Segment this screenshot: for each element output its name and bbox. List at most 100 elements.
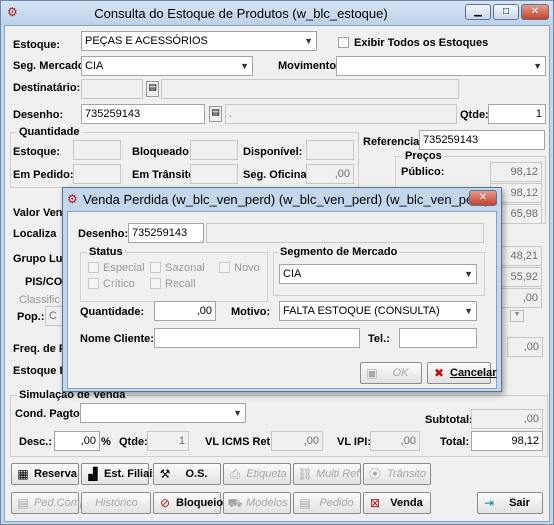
qtde-field[interactable]: 1	[488, 104, 546, 124]
document-icon: ▤	[299, 496, 311, 510]
transito-button[interactable]: ⦿ Trânsito	[363, 463, 431, 485]
dialog-segmento-select[interactable]: CIA ▼	[279, 264, 477, 284]
desenho-label: Desenho:	[13, 109, 64, 121]
cond-pagto-label: Cond. Pagto:	[15, 408, 84, 420]
destinatario-name-field	[161, 79, 459, 99]
desenho-desc-field: .	[225, 104, 457, 124]
lookup-icon[interactable]: ▤	[146, 81, 159, 97]
ok-button[interactable]: ▣ OK	[360, 362, 422, 384]
seg-mercado-select[interactable]: CIA ▼	[81, 56, 253, 76]
reserva-icon: ▦	[17, 467, 29, 481]
exibir-todos-label: Exibir Todos os Estoques	[354, 37, 489, 49]
qtde-label: Qtde:	[460, 109, 489, 121]
chevron-down-icon[interactable]: ▼	[510, 310, 524, 322]
minimize-button[interactable]: ▁	[465, 4, 491, 20]
destinatario-code-field[interactable]	[81, 79, 143, 99]
icms-ret-field: ,00	[271, 431, 323, 451]
printer-icon: ⎙	[230, 467, 240, 481]
tel-field[interactable]	[399, 328, 477, 348]
multi-ref-button[interactable]: ⛓ Multi Ref.	[293, 463, 362, 485]
referencia-label: Referencia:	[363, 136, 423, 148]
em-transito-label: Em Trânsito:	[132, 169, 199, 181]
etiqueta-button[interactable]: ⎙ Etiqueta	[223, 463, 291, 485]
nome-cliente-field[interactable]	[154, 328, 360, 348]
sair-button[interactable]: ⇥ Sair	[477, 492, 543, 514]
em-pedido-field	[73, 164, 121, 184]
document-icon: ▤	[17, 496, 29, 510]
exibir-todos-checkbox[interactable]	[338, 37, 349, 48]
status-group	[80, 252, 268, 302]
wrench-icon: ⚒	[159, 467, 171, 481]
disponivel-field	[306, 140, 354, 160]
desc-field[interactable]: ,00	[54, 431, 100, 451]
especial-checkbox[interactable]	[88, 262, 99, 273]
close-button[interactable]: ✕	[521, 4, 549, 20]
os-button[interactable]: ⚒ O.S.	[153, 463, 221, 485]
bloqueio-label: Bloqueio	[176, 497, 224, 509]
subtotal-field: ,00	[471, 409, 543, 429]
link-icon: ⛓	[297, 467, 313, 481]
desc-label: Desc.:	[19, 436, 53, 448]
chevron-down-icon: ▼	[464, 269, 473, 279]
historico-button[interactable]: Histórico	[81, 492, 151, 514]
segmento-group-title: Segmento de Mercado	[278, 246, 400, 258]
estoque-label: Estoque:	[13, 39, 61, 51]
dialog-close-button[interactable]: ✕	[469, 190, 497, 206]
publico-field: 98,12	[490, 162, 542, 182]
dialog-desenho-field[interactable]: 735259143	[128, 223, 204, 243]
critico-checkbox[interactable]	[88, 278, 99, 289]
quantidade-label: Quantidade:	[80, 306, 145, 318]
disponivel-label: Disponível:	[243, 146, 303, 158]
referencia-field[interactable]: 735259143	[419, 130, 545, 150]
classificacao-label: Classific	[19, 294, 60, 306]
ped-comp-button[interactable]: ▤ Ped.Comp	[11, 492, 86, 514]
est-filiais-button[interactable]: ▟ Est. Filiais	[81, 463, 158, 485]
pedido-button[interactable]: ▤ Pedido	[293, 492, 361, 514]
etiqueta-label: Etiqueta	[246, 468, 287, 480]
traffic-light-icon: ⦿	[368, 467, 381, 481]
bloqueado-field	[190, 140, 238, 160]
total-field: 98,12	[471, 431, 543, 451]
motivo-select[interactable]: FALTA ESTOQUE (CONSULTA) ▼	[279, 301, 477, 321]
icms-ret-label: VL ICMS Ret:	[205, 436, 274, 448]
seg-oficina-field: ,00	[306, 164, 354, 184]
ped-comp-label: Ped.Comp	[34, 497, 86, 509]
window-title: Consulta do Estoque de Produtos (w_blc_e…	[94, 6, 388, 21]
subtotal-label: Subtotal:	[425, 414, 473, 426]
venda-button[interactable]: ⊠ Venda	[363, 492, 431, 514]
maximize-button[interactable]: □	[493, 4, 519, 20]
recall-checkbox[interactable]	[150, 278, 161, 289]
bloqueio-button[interactable]: ⊘ Bloqueio	[153, 492, 224, 514]
chart-icon: ▟	[88, 467, 98, 481]
quantidade-field[interactable]: ,00	[154, 301, 216, 321]
cond-pagto-select[interactable]: ▼	[80, 403, 246, 423]
ok-label: OK	[392, 367, 409, 379]
publico-label: Público:	[401, 166, 445, 178]
nome-cliente-label: Nome Cliente:	[80, 333, 154, 345]
desenho-field[interactable]: 735259143	[81, 104, 205, 124]
novo-checkbox[interactable]	[219, 262, 230, 273]
chevron-down-icon: ▼	[240, 61, 249, 71]
cancelar-button[interactable]: ✖ Cancelar	[427, 362, 496, 384]
reserva-label: Reserva	[34, 468, 77, 480]
lookup-icon[interactable]: ▤	[209, 106, 222, 122]
ipi-field: ,00	[370, 431, 420, 451]
modelos-button[interactable]: ⛟ Modelos	[223, 492, 291, 514]
novo-label: Novo	[234, 262, 260, 274]
block-icon: ⊘	[159, 496, 171, 510]
motivo-label: Motivo:	[231, 306, 271, 318]
estoque-value: PEÇAS E ACESSÓRIOS	[85, 35, 208, 47]
historico-label: Histórico	[95, 497, 138, 509]
tel-label: Tel.:	[368, 333, 390, 345]
estoque-select[interactable]: PEÇAS E ACESSÓRIOS ▼	[81, 31, 317, 51]
cancel-x-icon: ✖	[433, 366, 445, 380]
exit-icon: ⇥	[483, 496, 495, 510]
critico-label: Crítico	[103, 278, 135, 290]
dialog-desenho-desc-field	[206, 223, 484, 243]
sazonal-checkbox[interactable]	[150, 262, 161, 273]
bloqueado-label: Bloqueado:	[132, 146, 193, 158]
movimento-select[interactable]: ▼	[336, 56, 546, 76]
reserva-button[interactable]: ▦ Reserva	[11, 463, 79, 485]
total-label: Total:	[440, 436, 470, 448]
venda-label: Venda	[390, 497, 423, 509]
